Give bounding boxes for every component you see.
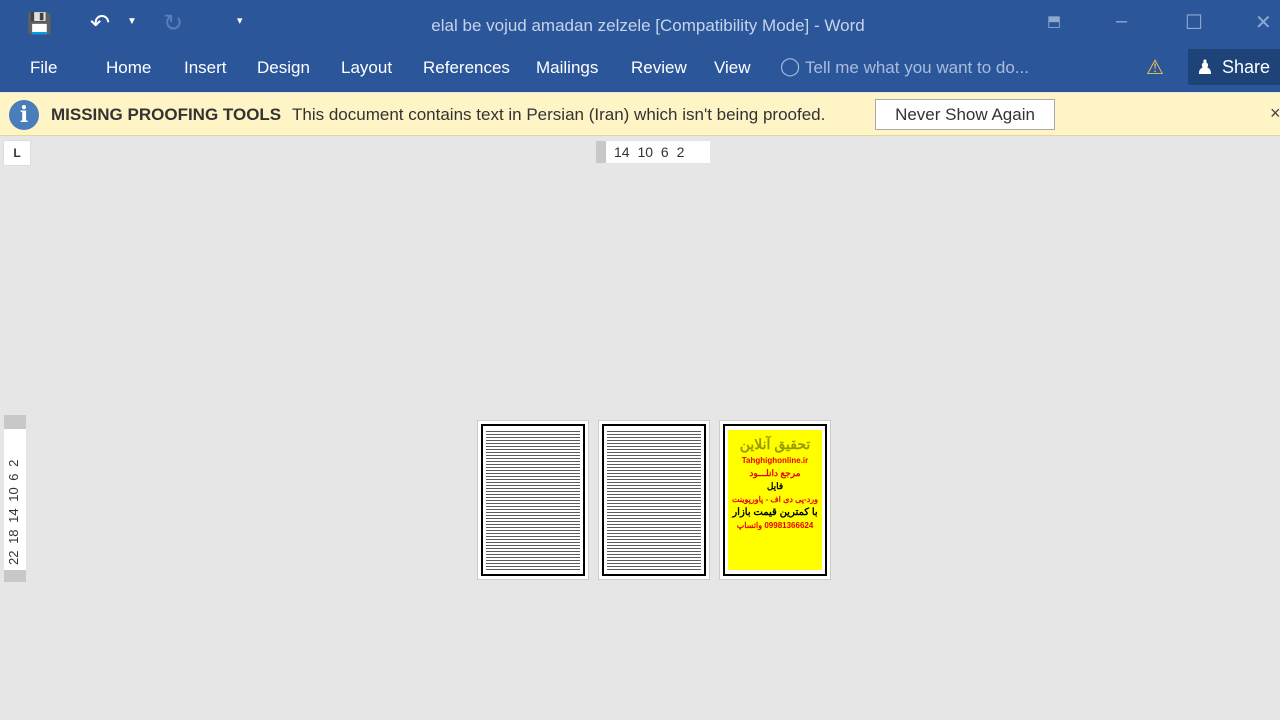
missing-proofing-infobar: i MISSING PROOFING TOOLS This document c… <box>0 93 1280 136</box>
page-thumbnail-3[interactable]: تحقیق آنلاین Tahghighonline.ir مرجع دانل… <box>719 420 831 580</box>
minimize-icon[interactable]: – <box>1116 10 1127 33</box>
ruler-margin <box>4 570 26 582</box>
advertisement-image: تحقیق آنلاین Tahghighonline.ir مرجع دانل… <box>728 430 822 570</box>
horizontal-ruler-labels: 14 10 6 2 <box>614 144 685 160</box>
ad-url: Tahghighonline.ir <box>741 456 809 465</box>
maximize-icon[interactable]: ☐ <box>1185 10 1203 35</box>
page-text <box>607 430 701 570</box>
ribbon-display-icon[interactable]: ⬒ <box>1047 12 1061 30</box>
tab-view[interactable]: View <box>714 58 751 78</box>
ad-phone: 09981366624 واتساپ <box>736 521 814 530</box>
share-button[interactable]: ♟ Share <box>1188 49 1280 85</box>
tab-references[interactable]: References <box>423 58 510 78</box>
lightbulb-icon: ◯ <box>780 56 801 76</box>
ruler-margin <box>596 141 606 163</box>
close-icon[interactable]: ✕ <box>1255 10 1272 35</box>
vertical-ruler[interactable]: 22 18 14 10 6 2 <box>4 415 26 582</box>
never-show-again-button[interactable]: Never Show Again <box>875 99 1055 130</box>
page-thumbnail-1[interactable] <box>477 420 589 580</box>
warning-icon[interactable]: ⚠ <box>1146 55 1164 80</box>
tab-mailings[interactable]: Mailings <box>536 58 598 78</box>
window-title: elal be vojud amadan zelzele [Compatibil… <box>431 16 865 35</box>
tab-design[interactable]: Design <box>257 58 310 78</box>
ribbon-tabs: File Home Insert Design Layout Reference… <box>0 46 1280 92</box>
share-label: Share <box>1222 57 1271 77</box>
vertical-ruler-labels: 22 18 14 10 6 2 <box>6 459 21 565</box>
tab-home[interactable]: Home <box>106 58 151 78</box>
page-text <box>486 430 580 570</box>
tab-review[interactable]: Review <box>631 58 687 78</box>
page-thumbnail-2[interactable] <box>598 420 710 580</box>
horizontal-ruler[interactable]: 14 10 6 2 <box>596 141 710 163</box>
tab-insert[interactable]: Insert <box>184 58 227 78</box>
infobar-close-icon[interactable]: × <box>1270 103 1280 124</box>
title-bar: 💾 ↶ ▼ ↻ ▾ elal be vojud amadan zelzele [… <box>0 0 1280 46</box>
ad-line: مرجع دانلـــود <box>749 468 801 478</box>
ad-line: ورد-پی دی اف - پاورپوینت <box>732 495 818 504</box>
infobar-title: MISSING PROOFING TOOLS <box>51 105 282 124</box>
ad-title: تحقیق آنلاین <box>739 436 811 452</box>
info-icon: i <box>9 100 39 130</box>
tab-selector[interactable]: L <box>3 140 31 166</box>
ad-line: فایل <box>766 481 784 491</box>
tab-layout[interactable]: Layout <box>341 58 392 78</box>
ad-line: با کمترین قیمت بازار <box>732 507 818 518</box>
infobar-message: This document contains text in Persian (… <box>292 105 826 124</box>
person-add-icon: ♟ <box>1196 57 1214 79</box>
tab-file[interactable]: File <box>30 58 57 78</box>
ruler-margin <box>4 415 26 429</box>
tell-me-input[interactable]: Tell me what you want to do... <box>805 58 1029 78</box>
